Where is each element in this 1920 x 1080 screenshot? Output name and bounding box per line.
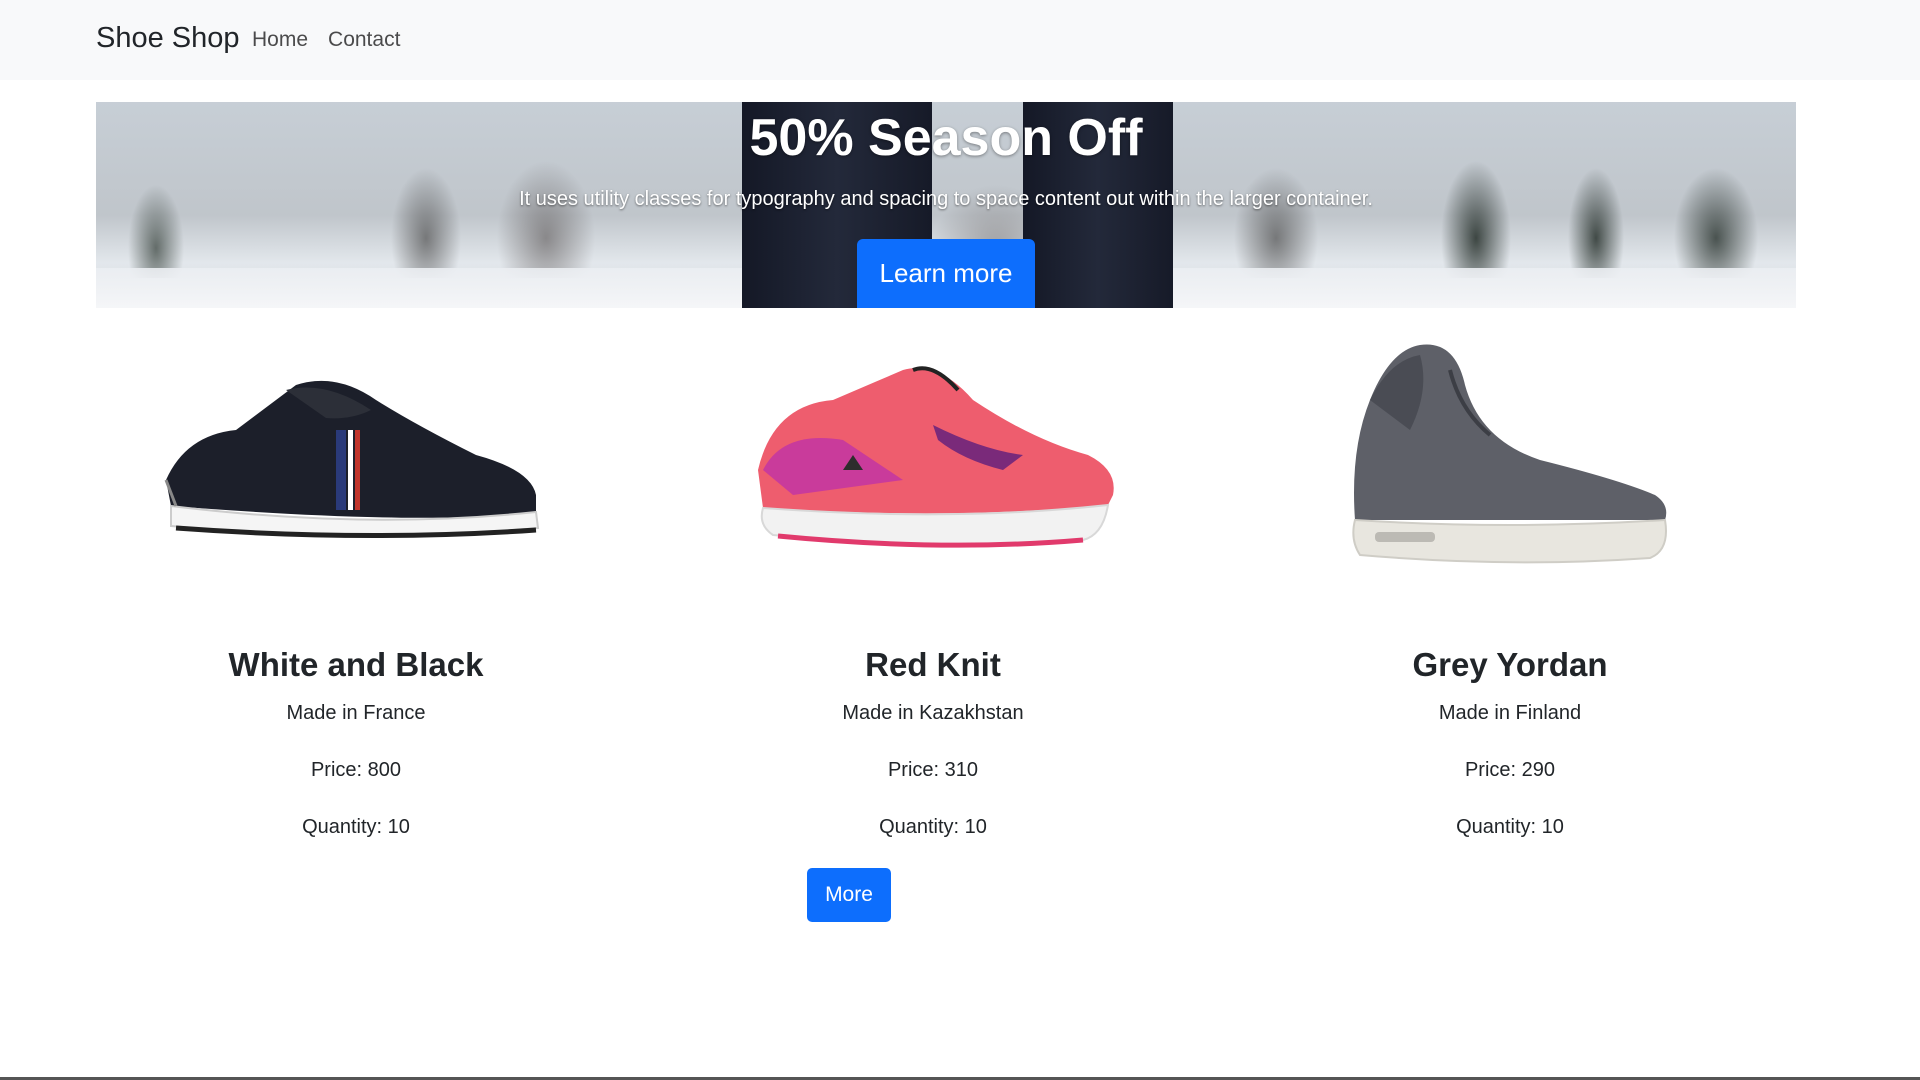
- product-grid: White and Black Made in France Price: 80…: [96, 330, 1832, 950]
- brand-link[interactable]: Shoe Shop: [96, 22, 240, 55]
- product-origin: Made in Kazakhstan: [842, 702, 1024, 724]
- product-price: Price: 800: [310, 759, 402, 781]
- product-name: Grey Yordan: [1412, 646, 1608, 683]
- black-sneaker-image: [164, 380, 540, 539]
- product-card: Grey Yordan Made in Finland Price: 290 Q…: [1250, 330, 1770, 838]
- hero-text: It uses utility classes for typography a…: [519, 188, 1373, 210]
- product-name: White and Black: [228, 646, 484, 683]
- product-origin: Made in Finland: [1438, 702, 1582, 724]
- product-name: Red Knit: [865, 646, 1001, 683]
- product-origin: Made in France: [286, 702, 426, 724]
- nav-link-home[interactable]: Home: [252, 28, 308, 52]
- nav-links: Home Contact: [252, 28, 400, 52]
- more-button[interactable]: More: [807, 868, 891, 922]
- grey-high-top-image: [1352, 344, 1667, 564]
- product-price: Price: 310: [887, 759, 979, 781]
- product-price: Price: 290: [1464, 759, 1556, 781]
- hero-banner: 50% Season Off It uses utility classes f…: [96, 102, 1796, 308]
- hero-title: 50% Season Off: [749, 109, 1143, 167]
- learn-more-button[interactable]: Learn more: [857, 239, 1035, 308]
- product-quantity: Quantity: 10: [879, 816, 987, 838]
- product-quantity: Quantity: 10: [1456, 816, 1564, 838]
- nav-link-contact[interactable]: Contact: [328, 28, 400, 52]
- product-quantity: Quantity: 10: [302, 816, 410, 838]
- product-card: White and Black Made in France Price: 80…: [96, 330, 616, 838]
- navbar: Shoe Shop Home Contact: [0, 0, 1920, 80]
- product-card: Red Knit Made in Kazakhstan Price: 310 Q…: [673, 330, 1193, 838]
- pink-running-shoe-image: [758, 366, 1114, 548]
